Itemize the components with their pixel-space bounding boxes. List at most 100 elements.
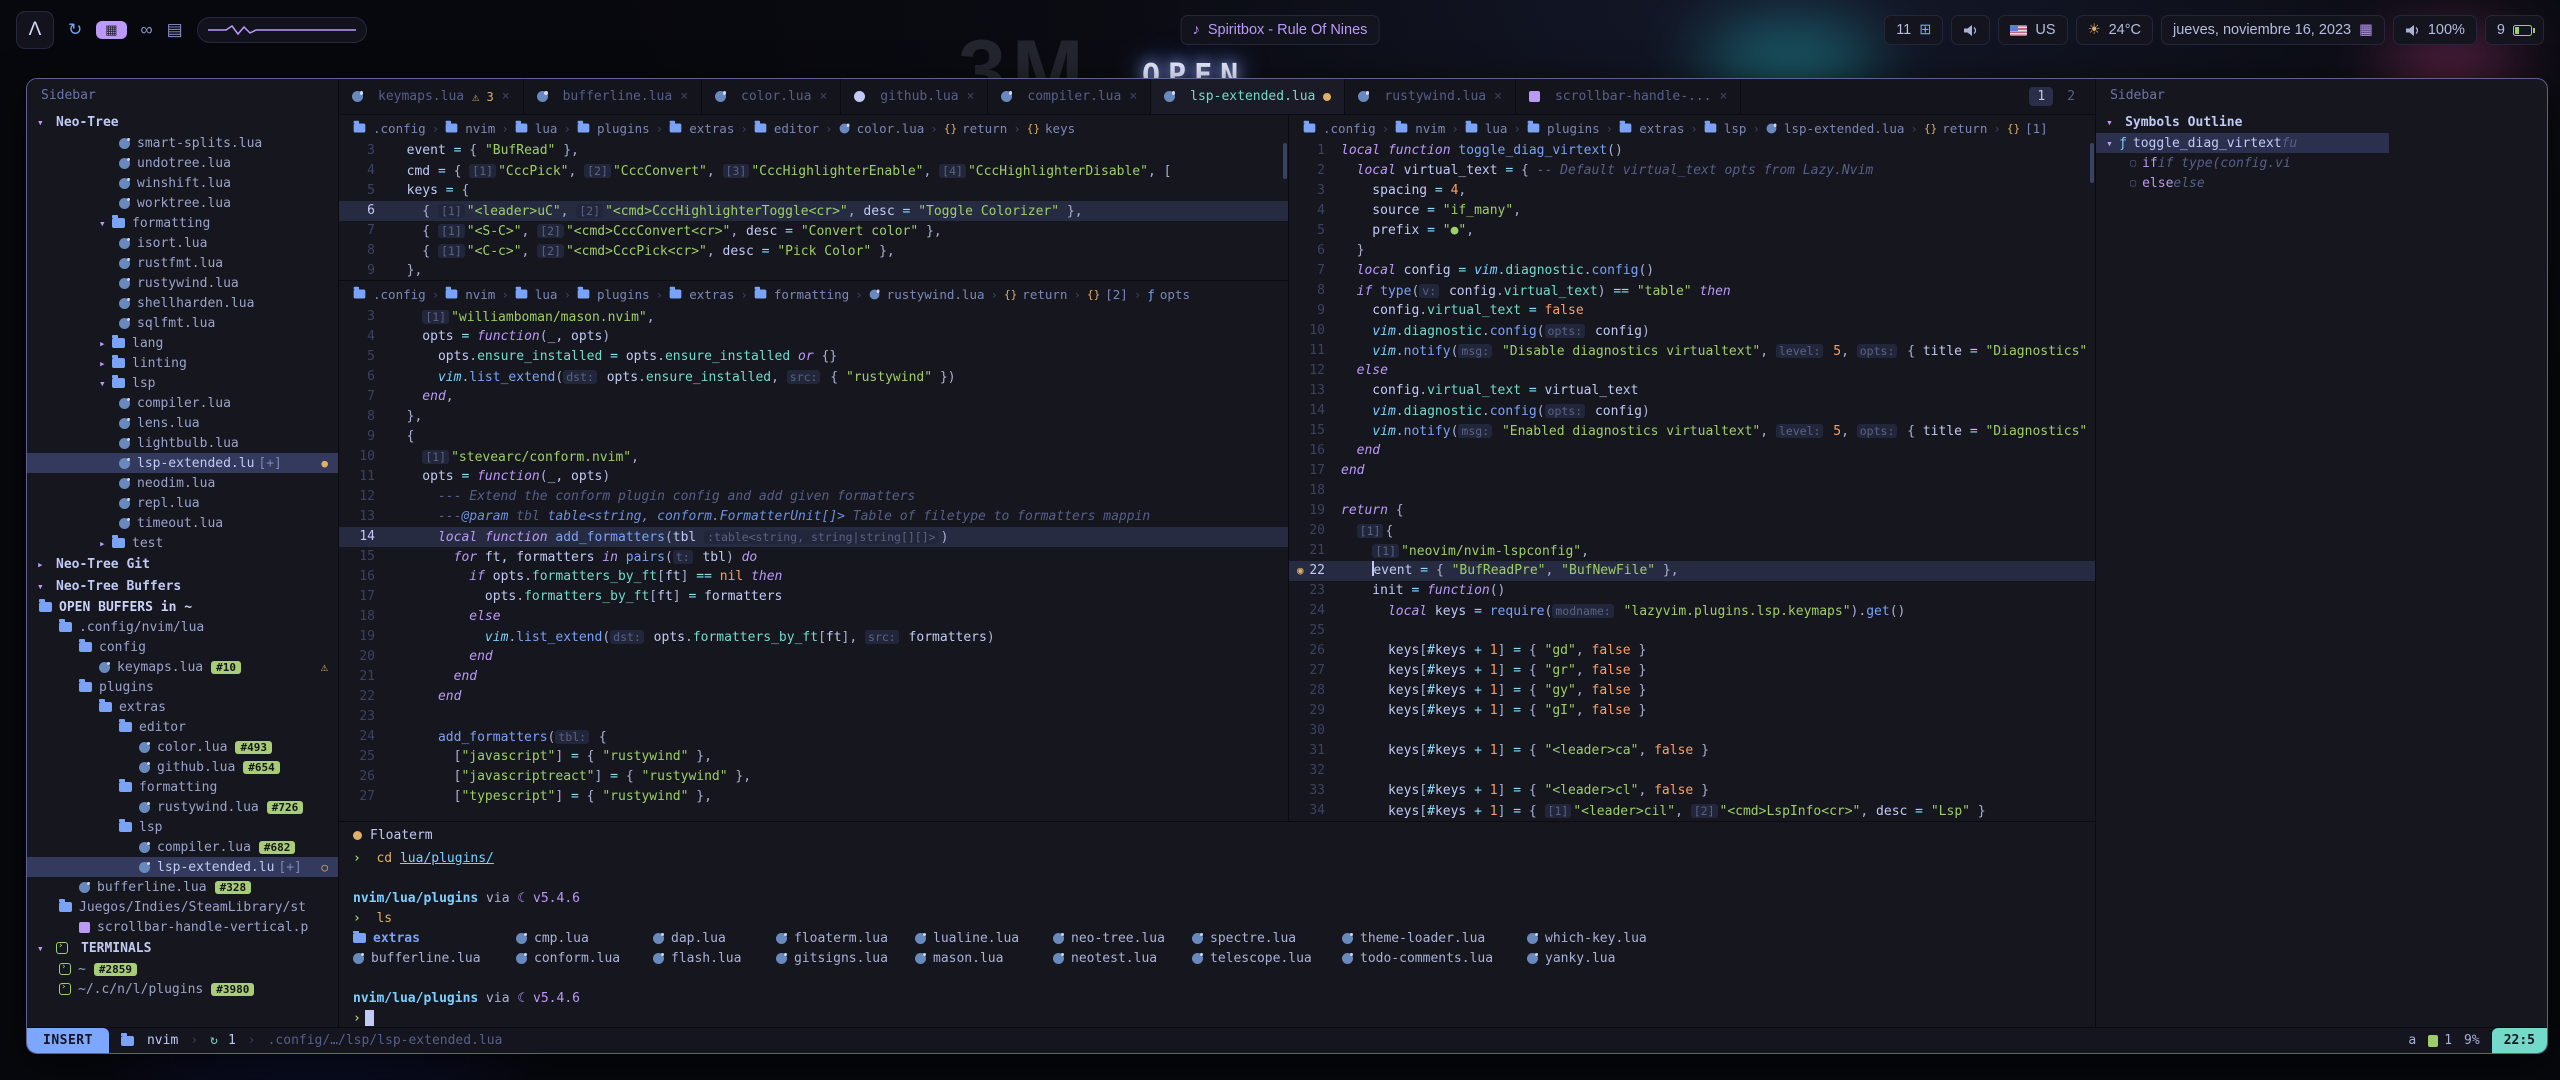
code-line[interactable]: 4 opts = function(_, opts) (339, 327, 1288, 347)
code-line[interactable]: 27 ["typescript"] = { "rustywind" }, (339, 787, 1288, 807)
code-line[interactable]: 14 vim.diagnostic.config(opts: config) (1289, 401, 2095, 421)
tree-item[interactable]: smart-splits.lua (27, 133, 338, 153)
code-line[interactable]: 8 if type(v: config.virtual_text) == "ta… (1289, 281, 2095, 301)
buffer-tab-compiler-lua[interactable]: compiler.lua× (988, 79, 1151, 114)
tree-item[interactable]: rustywind.lua#726 (27, 797, 338, 817)
cwd-segment[interactable]: nvim (121, 1033, 178, 1048)
code-line[interactable]: 7 { [1]"<S-C>", [2]"<cmd>CccConvert<cr>"… (339, 221, 1288, 241)
tree-item[interactable]: scrollbar-handle-vertical.p (27, 917, 338, 937)
section-header-neo-tree-buffers[interactable]: ▾Neo-Tree Buffers (27, 575, 338, 597)
breadcrumb-segment[interactable]: {}return (944, 121, 1007, 136)
code-line[interactable]: 4 source = "if_many", (1289, 201, 2095, 221)
audio-device-widget[interactable] (1951, 15, 1990, 45)
buffer-tab-lsp-extended-lua[interactable]: lsp-extended.lua (1151, 79, 1345, 114)
code-line[interactable]: 22 end (339, 687, 1288, 707)
code-line[interactable]: 20 [1]{ (1289, 521, 2095, 541)
tree-item[interactable]: worktree.lua (27, 193, 338, 213)
symbols-outline-header[interactable]: ▾ Symbols Outline (2096, 111, 2389, 133)
code-line[interactable]: 17end (1289, 461, 2095, 481)
code-line[interactable]: 7 end, (339, 387, 1288, 407)
breadcrumb-segment[interactable]: editor (754, 121, 819, 136)
tree-item[interactable]: compiler.lua (27, 393, 338, 413)
breadcrumb-segment[interactable]: .config (353, 287, 426, 302)
breadcrumb-segment[interactable]: nvim (445, 287, 495, 302)
breadcrumb-segment[interactable]: plugins (577, 287, 650, 302)
breadcrumb-segment[interactable]: {}[1] (2007, 121, 2048, 136)
player-progress[interactable] (197, 17, 367, 43)
code-line[interactable]: 26 keys[#keys + 1] = { "gd", false } (1289, 641, 2095, 661)
code-line[interactable]: 33 keys[#keys + 1] = { "<leader>cl", fal… (1289, 781, 2095, 801)
tree-item[interactable]: github.lua#654 (27, 757, 338, 777)
tree-item[interactable]: extras (27, 697, 338, 717)
tree-item[interactable]: OPEN BUFFERS in ~ (27, 597, 338, 617)
close-icon[interactable]: × (967, 89, 975, 104)
tree-item[interactable]: ~#2859 (27, 959, 338, 979)
outline-item[interactable]: ▢if if type(config.vi (2096, 153, 2389, 173)
code-line[interactable]: 24 local keys = require(modname: "lazyvi… (1289, 601, 2095, 621)
code-buffer[interactable]: 1local function toggle_diag_virtext()2 l… (1289, 141, 2095, 821)
breadcrumb-segment[interactable]: .config (353, 121, 426, 136)
code-line[interactable]: 25 ["javascript"] = { "rustywind" }, (339, 747, 1288, 767)
code-line[interactable]: 15 for ft, formatters in pairs(t: tbl) d… (339, 547, 1288, 567)
tree-item[interactable]: repl.lua (27, 493, 338, 513)
code-line[interactable]: 24 add_formatters(tbl: { (339, 727, 1288, 747)
tree-item[interactable]: compiler.lua#682 (27, 837, 338, 857)
tree-item[interactable]: ▸test (27, 533, 338, 553)
tree-item[interactable]: plugins (27, 677, 338, 697)
breadcrumb-segment[interactable]: plugins (577, 121, 650, 136)
breadcrumb-segment[interactable]: lua (515, 287, 558, 302)
outline-item[interactable]: ▾ƒtoggle_diag_virtext fu (2096, 133, 2389, 153)
tree-item[interactable]: undotree.lua (27, 153, 338, 173)
close-icon[interactable]: × (1720, 89, 1728, 104)
breadcrumb-segment[interactable]: formatting (754, 287, 849, 302)
tree-item[interactable]: timeout.lua (27, 513, 338, 533)
temperature-widget[interactable]: ☀24°C (2076, 15, 2153, 45)
volume-widget[interactable]: 100% (2393, 15, 2477, 45)
code-line[interactable]: 5 prefix = "●", (1289, 221, 2095, 241)
code-line[interactable]: 3 event = { "BufRead" }, (339, 141, 1288, 161)
tree-item[interactable]: bufferline.lua#328 (27, 877, 338, 897)
code-line[interactable]: 3 spacing = 4, (1289, 181, 2095, 201)
breadcrumb-segment[interactable]: {}[2] (1087, 287, 1128, 302)
code-line[interactable]: 32 (1289, 761, 2095, 781)
code-line[interactable]: 15 vim.notify(msg: "Enabled diagnostics … (1289, 421, 2095, 441)
breadcrumb-segment[interactable]: {}keys (1027, 121, 1075, 136)
breadcrumb-segment[interactable]: lsp (1704, 121, 1747, 136)
code-line[interactable]: ◉22 event = { "BufReadPre", "BufNewFile"… (1289, 561, 2095, 581)
code-line[interactable]: 11 opts = function(_, opts) (339, 467, 1288, 487)
code-line[interactable]: 23 (339, 707, 1288, 727)
code-line[interactable]: 34 keys[#keys + 1] = { [1]"<leader>cil",… (1289, 801, 2095, 821)
tree-item[interactable]: ▾lsp (27, 373, 338, 393)
tree-item[interactable]: sqlfmt.lua (27, 313, 338, 333)
code-buffer[interactable]: 3 event = { "BufRead" },4 cmd = { [1]"Cc… (339, 141, 1288, 281)
tree-item[interactable]: neodim.lua (27, 473, 338, 493)
close-icon[interactable]: × (1129, 89, 1137, 104)
code-line[interactable]: 29 keys[#keys + 1] = { "gI", false } (1289, 701, 2095, 721)
code-line[interactable]: 23 init = function() (1289, 581, 2095, 601)
close-icon[interactable]: × (819, 89, 827, 104)
tree-item[interactable]: config (27, 637, 338, 657)
editor-scrollbar[interactable] (1283, 143, 1287, 179)
close-icon[interactable]: × (1494, 89, 1502, 104)
clipboard-icon[interactable]: ▤ (167, 20, 183, 40)
breadcrumb-segment[interactable]: {}return (1004, 287, 1067, 302)
breadcrumb-segment[interactable]: color.lua (839, 121, 925, 136)
code-line[interactable]: 13 ---@param tbl table<string, conform.F… (339, 507, 1288, 527)
tree-item[interactable]: rustywind.lua (27, 273, 338, 293)
code-line[interactable]: 9 config.virtual_text = false (1289, 301, 2095, 321)
section-header-neo-tree[interactable]: ▾Neo-Tree (27, 111, 338, 133)
code-line[interactable]: 19 vim.list_extend(dst: opts.formatters_… (339, 627, 1288, 647)
breadcrumb-segment[interactable]: lua (1465, 121, 1508, 136)
buffer-tab-keymaps-lua[interactable]: keymaps.lua⚠ 3× (339, 79, 524, 114)
breadcrumb-segment[interactable]: lua (515, 121, 558, 136)
code-line[interactable]: 27 keys[#keys + 1] = { "gr", false } (1289, 661, 2095, 681)
code-line[interactable]: 4 cmd = { [1]"CccPick", [2]"CccConvert",… (339, 161, 1288, 181)
code-line[interactable]: 9 { (339, 427, 1288, 447)
tree-item[interactable]: shellharden.lua (27, 293, 338, 313)
code-line[interactable]: 5 keys = { (339, 181, 1288, 201)
buffer-tab-rustywind-lua[interactable]: rustywind.lua× (1345, 79, 1516, 114)
code-line[interactable]: 9 }, (339, 261, 1288, 281)
code-line[interactable]: 6 } (1289, 241, 2095, 261)
tree-item[interactable]: ▸linting (27, 353, 338, 373)
tree-item[interactable]: ▾formatting (27, 213, 338, 233)
